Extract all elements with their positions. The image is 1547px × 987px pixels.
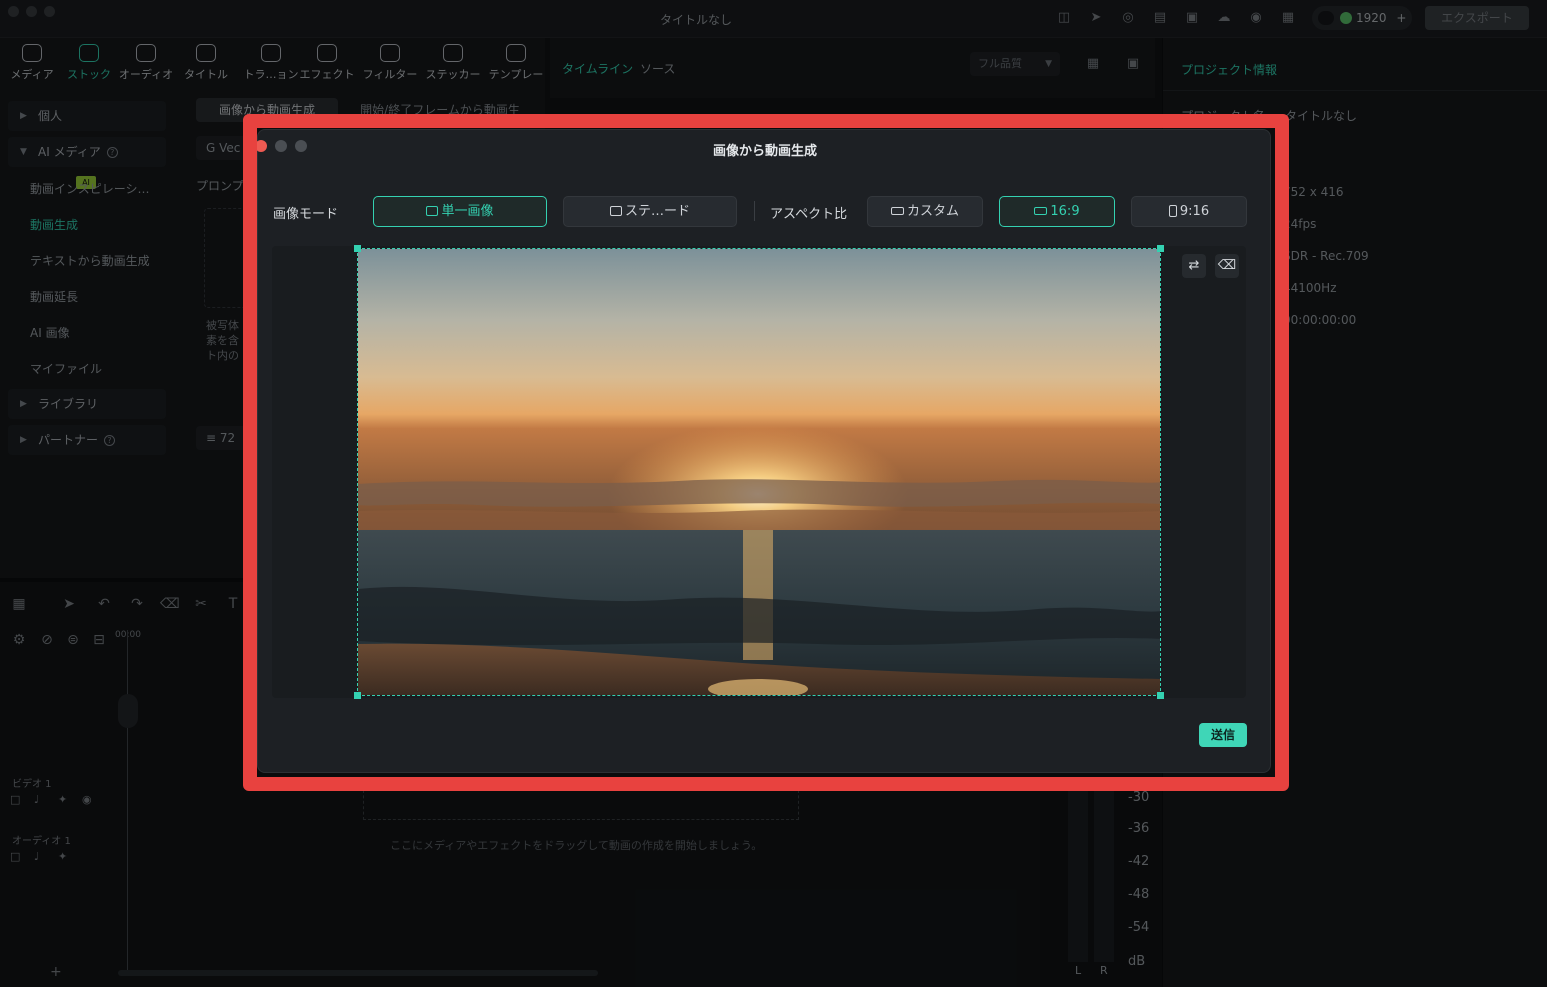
highlight-frame <box>243 114 1289 791</box>
editor-app: タイトルなし ◫ ➤ ◎ ▤ ▣ ☁ ◉ ▦ 1920 + エクスポート メディ… <box>0 0 1547 987</box>
